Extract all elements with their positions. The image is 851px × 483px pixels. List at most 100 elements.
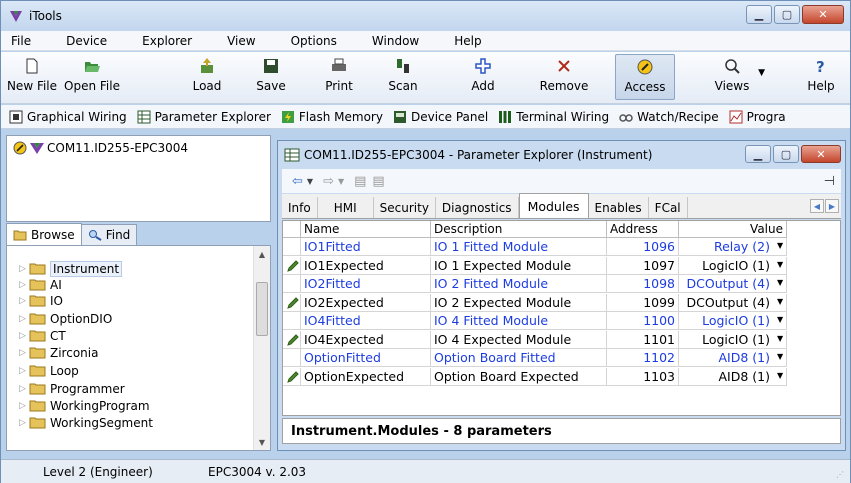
expand-icon[interactable]: ▷ — [19, 418, 29, 428]
scroll-down-icon[interactable]: ▼ — [254, 434, 270, 450]
panel-programmer[interactable]: Progra — [729, 110, 786, 124]
value-dropdown-icon[interactable]: ▼ — [777, 334, 783, 343]
views-dropdown-icon[interactable]: ▼ — [758, 68, 765, 78]
expand-icon[interactable]: ▷ — [19, 296, 29, 306]
tree-item-io[interactable]: ▷ IO — [19, 292, 63, 309]
tab-enables[interactable]: Enables — [589, 197, 649, 218]
tree-item-workingsegment[interactable]: ▷ WorkingSegment — [19, 414, 153, 431]
table-row[interactable]: IO4Expected IO 4 Expected Module 1101 Logic… — [283, 330, 840, 349]
scroll-up-icon[interactable]: ▲ — [254, 246, 270, 262]
tab-diagnostics[interactable]: Diagnostics — [436, 197, 519, 218]
forward-dropdown-icon[interactable]: ▼ — [338, 177, 344, 186]
menu-help[interactable]: Help — [454, 34, 481, 48]
device-item[interactable]: COM11.ID255-EPC3004 — [13, 141, 188, 155]
expand-icon[interactable]: ▷ — [19, 331, 29, 341]
value-dropdown-icon[interactable]: ▼ — [777, 352, 783, 361]
views-button[interactable]: Views ▼ — [701, 54, 765, 100]
tab-scroll-left-icon[interactable]: ◀ — [810, 199, 824, 213]
panel-terminal-wiring[interactable]: Terminal Wiring — [498, 110, 609, 124]
parameter-value[interactable]: DCOutput (4) — [679, 275, 787, 293]
menu-device[interactable]: Device — [66, 34, 107, 48]
print-button[interactable]: Print — [318, 54, 360, 100]
open-file-button[interactable]: Open File — [63, 54, 121, 100]
tree-scrollbar[interactable]: ▲ ▼ — [253, 246, 270, 450]
panel-flash-memory[interactable]: Flash Memory — [281, 110, 383, 124]
new-file-button[interactable]: New File — [5, 54, 59, 100]
expand-icon[interactable]: ▷ — [19, 366, 29, 376]
value-dropdown-icon[interactable]: ▼ — [777, 297, 783, 306]
column-header-description[interactable]: Description — [431, 221, 607, 238]
value-dropdown-icon[interactable]: ▼ — [777, 260, 783, 269]
tree-item-optiondio[interactable]: ▷ OptionDIO — [19, 310, 112, 327]
value-dropdown-icon[interactable]: ▼ — [777, 241, 783, 250]
tree-item-loop[interactable]: ▷ Loop — [19, 362, 79, 379]
close-button[interactable]: ✕ — [802, 5, 844, 24]
table-row[interactable]: IO2Fitted IO 2 Fitted Module 1098 DCOutput … — [283, 275, 840, 293]
column-header-value[interactable]: Value — [679, 221, 787, 238]
tree-item-instrument[interactable]: ▷ Instrument — [19, 260, 123, 277]
panel-device-panel[interactable]: Device Panel — [393, 110, 488, 124]
menu-view[interactable]: View — [227, 34, 255, 48]
tree-item-zirconia[interactable]: ▷ Zirconia — [19, 344, 98, 361]
tab-scroll-right-icon[interactable]: ▶ — [825, 199, 839, 213]
panel-graphical-wiring[interactable]: Graphical Wiring — [9, 110, 127, 124]
pin-icon[interactable]: ⊣ — [824, 174, 835, 189]
column-header-address[interactable]: Address — [607, 221, 679, 238]
load-button[interactable]: Load — [187, 54, 227, 100]
tab-modules[interactable]: Modules — [518, 193, 589, 218]
menu-explorer[interactable]: Explorer — [142, 34, 192, 48]
expand-icon[interactable]: ▷ — [19, 314, 29, 324]
scan-button[interactable]: Scan — [383, 54, 423, 100]
panel-watch-recipe[interactable]: Watch/Recipe — [619, 110, 719, 124]
table-row[interactable]: IO2Expected IO 2 Expected Module 1099 DCOut… — [283, 293, 840, 312]
scroll-thumb[interactable] — [256, 282, 268, 336]
expand-icon[interactable]: ▷ — [19, 264, 29, 274]
table-row[interactable]: IO1Expected IO 1 Expected Module 1097 Logic… — [283, 256, 840, 275]
tab-info[interactable]: Info — [282, 197, 318, 218]
tree-item-programmer[interactable]: ▷ Programmer — [19, 380, 125, 397]
remove-button[interactable]: Remove — [537, 54, 591, 100]
expand-icon[interactable]: ▷ — [19, 401, 29, 411]
access-button[interactable]: Access — [615, 54, 675, 100]
back-dropdown-icon[interactable]: ▼ — [307, 177, 313, 186]
child-minimize-button[interactable]: ▁ — [745, 145, 771, 163]
resize-grip-icon[interactable]: ⋰ — [836, 470, 846, 480]
table-row[interactable]: IO1Fitted IO 1 Fitted Module 1096 Relay (2)… — [283, 238, 840, 256]
expand-icon[interactable]: ▷ — [19, 384, 29, 394]
tab-find[interactable]: Find — [80, 224, 138, 245]
add-button[interactable]: Add — [463, 54, 503, 100]
parameter-value[interactable]: AID8 (1) — [679, 349, 787, 367]
tab-hmi[interactable]: HMI — [318, 197, 374, 218]
minimize-button[interactable]: ▁ — [746, 5, 772, 24]
tab-fcal[interactable]: FCal — [649, 197, 688, 218]
maximize-button[interactable]: ▢ — [774, 5, 800, 24]
folder-view-icon[interactable]: ▤ — [372, 174, 384, 189]
menu-options[interactable]: Options — [291, 34, 337, 48]
menu-window[interactable]: Window — [372, 34, 419, 48]
save-button[interactable]: Save — [251, 54, 291, 100]
parameter-value[interactable]: AID8 (1) — [679, 367, 787, 386]
tree-item-ai[interactable]: ▷ AI — [19, 276, 62, 293]
forward-arrow-icon[interactable]: ⇨ — [323, 174, 334, 189]
value-dropdown-icon[interactable]: ▼ — [777, 371, 783, 380]
child-close-button[interactable]: ✕ — [801, 145, 841, 163]
tree-item-workingprogram[interactable]: ▷ WorkingProgram — [19, 397, 150, 414]
value-dropdown-icon[interactable]: ▼ — [777, 315, 783, 324]
folder-up-icon[interactable]: ▤ — [354, 174, 366, 189]
parameter-value[interactable]: Relay (2) — [679, 238, 787, 256]
parameter-value[interactable]: LogicIO (1) — [679, 330, 787, 349]
parameter-value[interactable]: LogicIO (1) — [679, 312, 787, 330]
expand-icon[interactable]: ▷ — [19, 348, 29, 358]
column-header-name[interactable]: Name — [301, 221, 431, 238]
table-row[interactable]: OptionFitted Option Board Fitted 1102 AID8 … — [283, 349, 840, 367]
menu-file[interactable]: File — [11, 34, 31, 48]
expand-icon[interactable]: ▷ — [19, 280, 29, 290]
panel-parameter-explorer[interactable]: Parameter Explorer — [137, 110, 271, 124]
child-maximize-button[interactable]: ▢ — [773, 145, 799, 163]
table-row[interactable]: OptionExpected Option Board Expected 1103 A… — [283, 367, 840, 386]
parameter-value[interactable]: DCOutput (4) — [679, 293, 787, 312]
tree-item-ct[interactable]: ▷ CT — [19, 327, 66, 344]
back-arrow-icon[interactable]: ⇦ — [292, 174, 303, 189]
help-button[interactable]: ? Help — [801, 54, 841, 100]
tab-security[interactable]: Security — [374, 197, 436, 218]
